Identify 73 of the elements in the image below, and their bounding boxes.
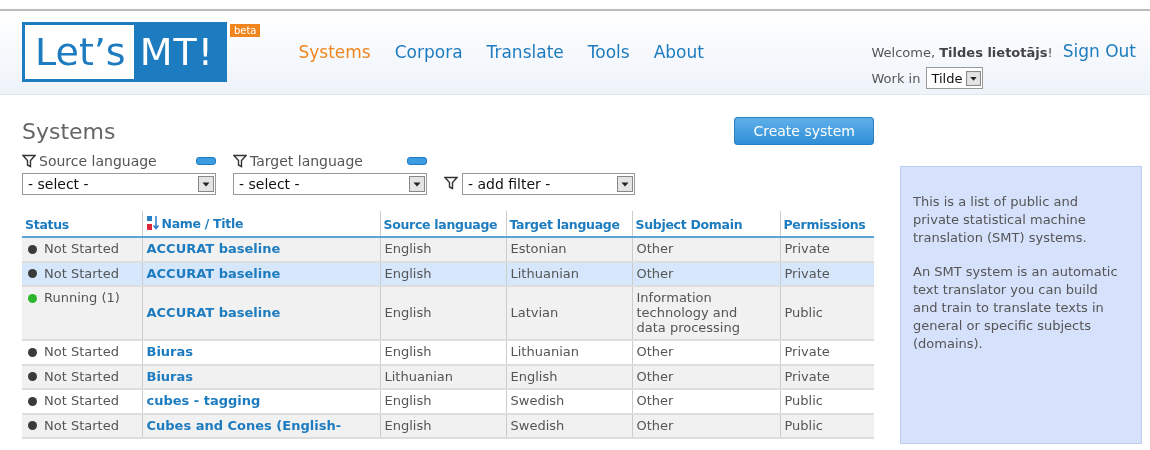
info-text: This is a list of public and private statistical machine translation (SMT) systems. — [913, 193, 1088, 247]
table-cell: Private — [784, 241, 830, 257]
table-cell: Public — [784, 417, 823, 433]
table-cell-text: Other — [636, 241, 675, 257]
table-cell: English — [384, 393, 432, 409]
column-header[interactable]: Name / Title — [161, 215, 244, 231]
status-text: Not Started — [44, 368, 119, 385]
table-cell: Lithuanian — [510, 265, 579, 281]
filter-select[interactable]: - select - — [233, 173, 427, 195]
beta-badge: beta — [229, 24, 261, 37]
table-cell: Private — [784, 265, 830, 281]
system-link[interactable]: Biuras — [146, 344, 194, 360]
table-cell: English — [384, 241, 432, 257]
table-cell: English — [384, 265, 432, 281]
logo-text: MT! — [133, 25, 224, 79]
status-text: Not Started — [44, 417, 119, 434]
nav-link[interactable]: About — [653, 42, 704, 62]
table-cell: English — [384, 417, 432, 433]
table-cell-text: Other — [636, 344, 675, 360]
table-cell: English — [384, 344, 432, 360]
column-header[interactable]: Source language — [383, 217, 498, 232]
status-text: Not Started — [44, 344, 119, 360]
sort-icon[interactable] — [145, 215, 160, 231]
welcome-text: Welcome, Tildes lietotājs! — [871, 45, 1053, 60]
table-cell: Estonian — [510, 241, 567, 257]
column-header[interactable]: Subject Domain — [635, 217, 743, 232]
status-text: Not Started — [44, 265, 119, 282]
table-cell-text: Information technology and data processing — [636, 290, 741, 335]
system-link[interactable]: ACCURAT baseline — [146, 305, 281, 320]
column-header[interactable]: Target language — [509, 217, 620, 232]
filter-select[interactable]: - select - — [22, 173, 216, 195]
status-text: Running (1) — [44, 290, 120, 306]
nav-link[interactable]: Corpora — [394, 42, 463, 62]
logo[interactable]: Let’s MT! — [22, 22, 227, 82]
table-cell: Swedish — [510, 393, 565, 409]
column-header[interactable]: Status — [25, 217, 69, 232]
table-cell: English — [384, 305, 432, 320]
create-system-button[interactable]: Create system — [734, 117, 874, 145]
status-text: Not Started — [44, 241, 119, 257]
filter-icon — [233, 154, 247, 168]
filter-icon — [22, 154, 36, 168]
table-cell: Lithuanian — [510, 344, 579, 360]
filter-label: Target language — [250, 153, 363, 169]
system-link[interactable]: cubes - tagging — [146, 393, 261, 409]
table-cell-text: Other — [636, 265, 675, 281]
logo-text: Let’s — [25, 25, 134, 79]
table-cell: Private — [784, 344, 830, 360]
work-in-label: Work in — [871, 70, 921, 86]
nav-link[interactable]: Systems — [298, 42, 371, 62]
status-text: Not Started — [44, 393, 119, 409]
add-filter-select[interactable]: - add filter - — [462, 173, 635, 195]
system-link[interactable]: Biuras — [146, 368, 194, 384]
table-cell-text: Other — [636, 393, 675, 409]
sign-out-link[interactable]: Sign Out — [1062, 41, 1136, 61]
table-cell: English — [510, 368, 558, 384]
table-cell: Public — [784, 305, 823, 320]
table-cell-text: Other — [636, 368, 675, 384]
collapse-button[interactable] — [196, 157, 216, 165]
collapse-button[interactable] — [407, 157, 427, 165]
work-in-select[interactable]: Tilde — [926, 67, 984, 89]
filter-icon — [444, 176, 458, 190]
table-cell: Public — [784, 393, 823, 409]
table-cell: Private — [784, 368, 830, 384]
table-cell: Latvian — [510, 305, 559, 320]
table-cell: Lithuanian — [384, 368, 453, 384]
filter-label: Source language — [39, 153, 157, 169]
nav-link[interactable]: Tools — [587, 42, 630, 62]
column-header[interactable]: Permissions — [783, 217, 866, 232]
nav-link[interactable]: Translate — [486, 42, 564, 62]
page-title: Systems — [22, 118, 116, 144]
table-cell: Swedish — [510, 417, 565, 433]
info-text: An SMT system is an automatic text translator you can build and train to translate texts in general or specific subjects (domains). — [913, 263, 1119, 353]
table-cell-text: Other — [636, 417, 675, 433]
